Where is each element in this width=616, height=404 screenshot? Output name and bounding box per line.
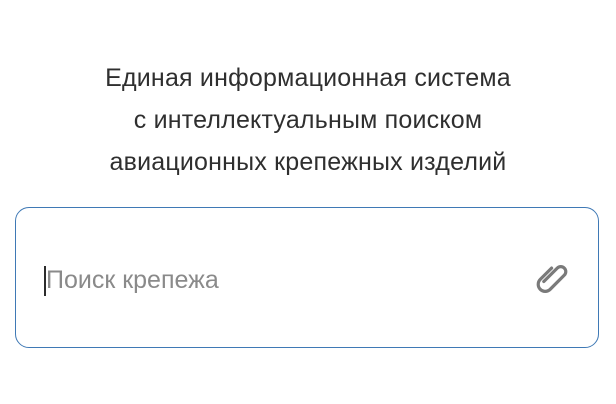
title-line-1: Единая информационная система xyxy=(105,64,511,92)
search-box[interactable] xyxy=(15,207,599,348)
system-title: Единая информационная система с интеллек… xyxy=(0,57,616,183)
paperclip-icon xyxy=(536,265,568,293)
attach-file-button[interactable] xyxy=(530,255,576,301)
title-line-2: с интеллектуальным поиском xyxy=(133,106,483,134)
search-input[interactable] xyxy=(46,260,516,300)
title-line-3: авиационных крепежных изделий xyxy=(109,148,507,176)
